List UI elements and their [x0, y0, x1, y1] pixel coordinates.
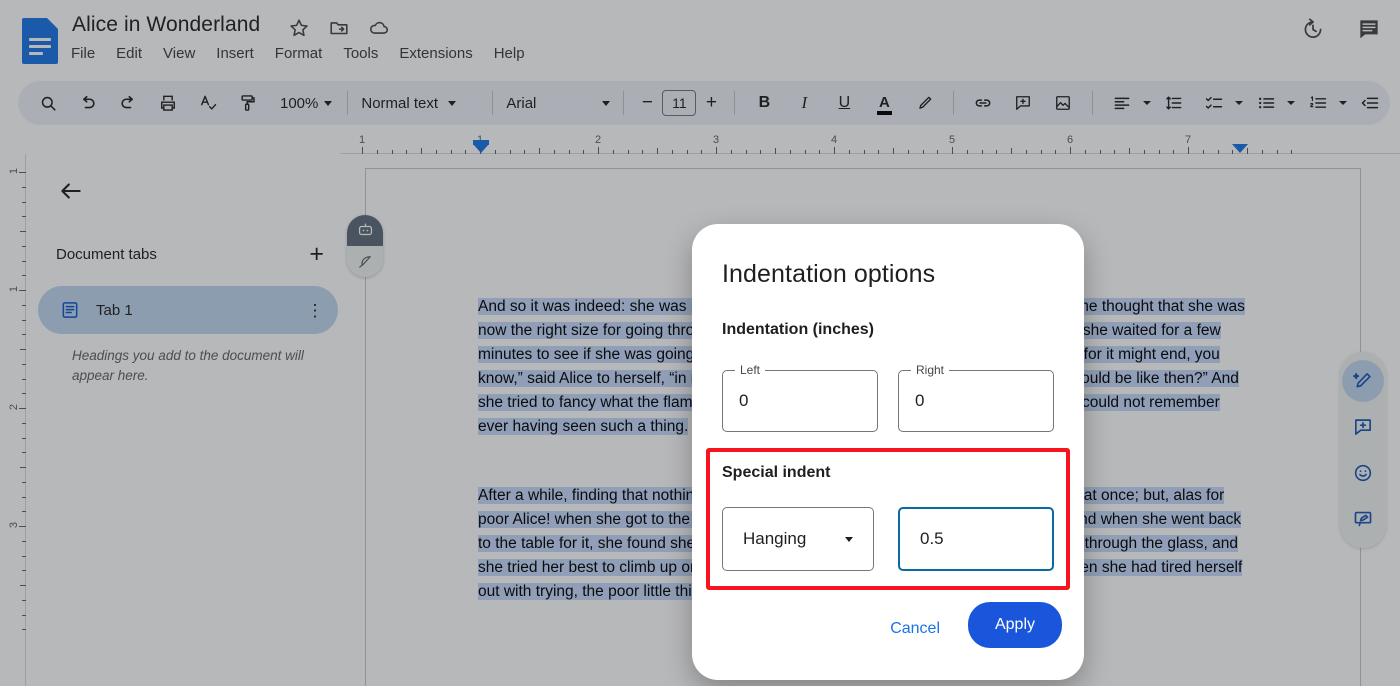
special-indent-value-input[interactable]: 0.5	[898, 507, 1054, 571]
dialog-title: Indentation options	[722, 260, 935, 289]
special-indent-value: 0.5	[920, 529, 944, 549]
left-indent-legend: Left	[735, 363, 765, 377]
cancel-button[interactable]: Cancel	[878, 610, 952, 648]
special-indent-label: Special indent	[722, 464, 830, 482]
apply-button[interactable]: Apply	[968, 602, 1062, 648]
special-indent-type-select[interactable]: Hanging	[722, 507, 874, 571]
google-docs-app: Alice in Wonderland File Edit View Inser…	[0, 0, 1400, 686]
special-indent-type-value: Hanging	[743, 529, 806, 549]
left-indent-value: 0	[739, 391, 748, 411]
indentation-options-dialog: Indentation options Indentation (inches)…	[692, 224, 1084, 680]
right-indent-field[interactable]: Right 0	[898, 370, 1054, 432]
left-indent-field[interactable]: Left 0	[722, 370, 878, 432]
chevron-down-icon	[845, 537, 853, 542]
right-indent-value: 0	[915, 391, 924, 411]
right-indent-legend: Right	[911, 363, 949, 377]
indentation-section-label: Indentation (inches)	[722, 321, 874, 339]
